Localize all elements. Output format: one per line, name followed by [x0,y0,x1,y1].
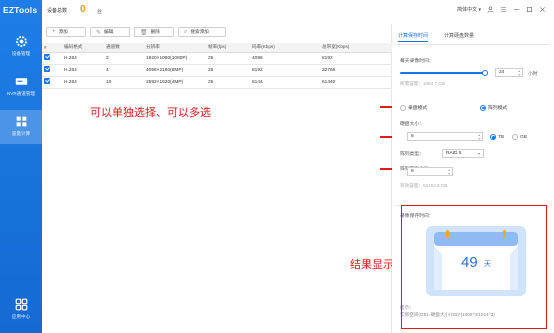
radio-disk-mode[interactable] [400,104,406,111]
array-type-select[interactable]: RAID 5 ▾ [442,149,484,158]
cell-bandwidth: 32768 [320,64,392,77]
minimize-icon[interactable] [513,6,520,13]
tab-calc-disk-count[interactable]: 计算硬盘数量 [444,32,474,42]
cell-channels: 2 [104,52,144,65]
sidebar-item-device-management[interactable]: 设备管理 [0,30,42,64]
cell-bandwidth: 61440 [320,76,392,89]
result-highlight-box [401,205,547,329]
edit-icon: ✎ [96,29,102,36]
cell-codec: H.264 [62,52,104,65]
panel-tabs: 计算保存时间 计算硬盘数量 [398,32,474,42]
stepper-icon[interactable]: ▴ ▾ [478,133,480,141]
radio-gb[interactable] [512,134,518,140]
unit-option-tb[interactable]: TB [490,134,504,140]
sidebar-item-app-center[interactable]: 应用中心 [0,293,42,327]
sidebar-item-label: 应用中心 [11,314,31,319]
cell-fps: 25 [206,76,250,89]
device-total-label: 设备总数 [47,8,68,14]
channel-table: # 编码格式 通道数 分辨率 帧率(fps) 码率(Kbps) 总带宽(Kbps… [42,43,392,89]
plus-icon: + [52,29,56,35]
apps-grid-icon [15,298,27,311]
toolbar: + 添加 ✎ 编辑 🗑 删除 ⌕ 搜索添加 [46,27,226,37]
sidebar: EZTools 设备管理 NVR通道管理 容量计算 应用中心 [0,0,42,333]
col-header: 总带宽(Kbps) [320,43,392,53]
daily-record-unit: 小时 [528,72,538,77]
cell-bitrate: 8192 [250,64,320,77]
col-header: 编码格式 [62,43,104,53]
edit-button[interactable]: ✎ 编辑 [90,27,130,37]
mode-option-disk[interactable]: 录盘模式 [400,104,427,111]
main-content: + 添加 ✎ 编辑 🗑 删除 ⌕ 搜索添加 # 编码格式 通道数 分辨率 帧率(fps)… [42,24,392,333]
slider-knob[interactable] [482,70,488,76]
language-select[interactable]: 简体中文 ▾ [457,6,481,13]
cell-bandwidth: 8192 [320,52,392,65]
cell-codec: H.264 [62,64,104,77]
cell-fps: 25 [206,64,250,77]
delete-button[interactable]: 🗑 删除 [134,27,174,37]
gear-icon [15,36,27,47]
cell-resolution: 1920×1080(1080P) [144,52,206,65]
tab-calc-storage-time[interactable]: 计算保存时间 [398,32,429,42]
tabs-divider [396,44,550,45]
sidebar-item-label: 设备管理 [11,51,31,56]
cell-fps: 25 [206,52,250,65]
sidebar-item-label: NVR通道管理 [6,91,36,96]
col-header: # [42,43,62,53]
array-disk-count-input[interactable]: 8 ▴ ▾ [407,167,453,176]
top-bar: 设备总数 0 台 简体中文 ▾ [42,0,554,24]
hamburger-menu-icon[interactable] [500,6,507,13]
daily-record-label: 每天录像时间： [400,59,434,64]
daily-record-input[interactable]: 24 ▴ ▾ [495,68,523,77]
close-icon[interactable] [539,6,546,13]
stepper-icon[interactable]: ▴ ▾ [518,69,520,77]
row-checkbox[interactable] [44,54,50,60]
disk-size-input[interactable]: 8 ▴ ▾ [407,132,483,141]
cell-resolution: 4096×2160(8MP) [144,64,206,77]
row-checkbox[interactable] [44,78,50,84]
array-type-label: 阵列类型： [400,152,424,157]
disk-size-label: 硬盘大小： [400,122,424,127]
unit-option-gb[interactable]: GB [512,134,527,140]
stepper-icon[interactable]: ▴ ▾ [448,168,450,176]
chevron-down-icon: ▾ [477,151,480,156]
search-icon: ⌕ [184,28,188,35]
table-row[interactable]: H.264 4 4096×2160(8MP) 25 8192 32768 [42,64,392,77]
col-header: 帧率(fps) [206,43,250,53]
mode-option-array[interactable]: 阵列模式 [480,104,507,111]
cell-resolution: 2592×1520(4MP) [144,76,206,89]
sidebar-item-nvr-channel[interactable]: NVR通道管理 [0,70,42,104]
table-header-row: # 编码格式 通道数 分辨率 帧率(fps) 码率(Kbps) 总带宽(Kbps… [42,43,392,53]
cell-bitrate: 4096 [250,52,320,65]
cell-channels: 10 [104,76,144,89]
app-logo: EZTools [3,5,38,15]
col-header: 分辨率 [144,43,206,53]
sidebar-item-capacity-calc[interactable]: 容量计算 [0,110,42,144]
table-row[interactable]: H.264 2 1920×1080(1080P) 25 4096 8192 [42,52,392,65]
col-header: 通道数 [104,43,144,53]
required-capacity-hint: 所需容量：1054.7 GB [400,81,445,86]
radio-array-mode[interactable] [480,104,486,111]
nvr-icon [15,78,27,85]
cell-bitrate: 6144 [250,76,320,89]
device-total-count: 0 [80,4,86,15]
cell-channels: 4 [104,64,144,77]
device-secondary-label: 台 [97,9,103,15]
maximize-icon[interactable] [526,6,533,13]
radio-tb[interactable] [490,134,496,140]
cell-codec: H.264 [62,76,104,89]
col-header: 码率(Kbps) [250,43,320,53]
effective-capacity-hint: 有效容量：52153.9 GB [400,183,448,188]
sidebar-item-label: 容量计算 [11,131,31,136]
row-checkbox[interactable] [44,66,50,72]
window-controls: 简体中文 ▾ [457,6,546,13]
trash-icon: 🗑 [140,29,148,36]
calculator-icon [16,116,26,127]
add-button[interactable]: + 添加 [46,27,86,37]
search-add-button[interactable]: ⌕ 搜索添加 [178,27,226,37]
user-icon[interactable] [487,6,494,13]
annotation-select-hint: 可以单独选择、可以多选 [90,106,211,119]
daily-record-slider[interactable] [400,70,488,76]
table-row[interactable]: H.264 10 2592×1520(4MP) 25 6144 61440 [42,76,392,89]
